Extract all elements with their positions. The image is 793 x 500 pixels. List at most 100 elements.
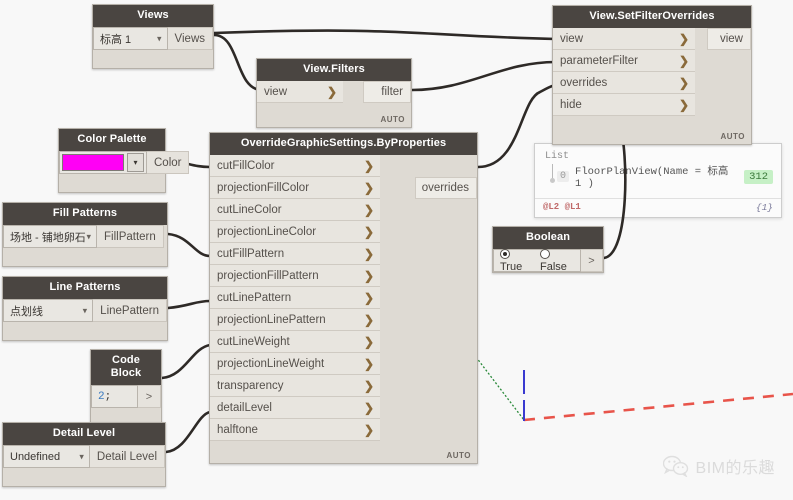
chevron-right-icon: ❯ xyxy=(363,290,374,305)
node-title: Detail Level xyxy=(3,423,165,445)
port-projectionlinepattern[interactable]: projectionLinePattern ❯ xyxy=(210,309,380,331)
node-title: Views xyxy=(93,5,213,27)
node-preview-bubble[interactable]: List 0 FloorPlanView(Name = 标高 1 ) 312 @… xyxy=(534,143,782,218)
preview-list-item: 0 FloorPlanView(Name = 标高 1 ) 312 xyxy=(545,163,773,190)
boolean-radio-group[interactable]: True False xyxy=(493,248,581,273)
views-dropdown-value: 标高 1 xyxy=(100,33,132,46)
port-cutfillcolor[interactable]: cutFillColor ❯ xyxy=(210,155,380,177)
port-view-output[interactable]: view xyxy=(707,28,751,50)
detaillevel-output-port[interactable]: Detail Level xyxy=(89,445,165,468)
port-halftone[interactable]: halftone ❯ xyxy=(210,419,380,441)
port-cutlinepattern[interactable]: cutLinePattern ❯ xyxy=(210,287,380,309)
ogs-input-ports[interactable]: cutFillColor ❯ projectionFillColor ❯ cut… xyxy=(210,155,380,441)
node-fill-patterns[interactable]: Fill Patterns 场地 - 铺地卵石 ▾ FillPattern xyxy=(2,202,168,267)
port-label: overrides xyxy=(421,182,469,194)
node-boolean[interactable]: Boolean True False > xyxy=(492,226,604,273)
auto-label: AUTO xyxy=(720,132,745,141)
views-output-port[interactable]: Views xyxy=(167,27,213,50)
port-detaillevel[interactable]: detailLevel ❯ xyxy=(210,397,380,419)
port-cutlineweight[interactable]: cutLineWeight ❯ xyxy=(210,331,380,353)
port-label: projectionFillPattern xyxy=(217,269,319,282)
node-body[interactable]: 2; > xyxy=(91,385,161,426)
code-block-row[interactable]: 2; > xyxy=(91,385,161,408)
port-projectionlineweight[interactable]: projectionLineWeight ❯ xyxy=(210,353,380,375)
port-transparency[interactable]: transparency ❯ xyxy=(210,375,380,397)
color-row[interactable]: ▾ Color xyxy=(59,151,190,174)
node-title: Fill Patterns xyxy=(3,203,167,225)
node-body[interactable]: 点划线 ▾ LinePattern xyxy=(3,299,167,340)
detail-level-dropdown[interactable]: Undefined ▾ xyxy=(3,445,90,468)
preview-value: FloorPlanView(Name = 标高 1 ) xyxy=(575,166,729,190)
port-hide[interactable]: hide ❯ xyxy=(553,94,695,116)
port-overrides-output[interactable]: overrides xyxy=(415,177,477,199)
port-view[interactable]: view ❯ xyxy=(257,81,343,103)
port-view[interactable]: view ❯ xyxy=(553,28,695,50)
chevron-right-icon: ❯ xyxy=(363,334,374,349)
line-pattern-dropdown[interactable]: 点划线 ▾ xyxy=(3,299,94,322)
node-overridegraphicsettings[interactable]: OverrideGraphicSettings.ByProperties cut… xyxy=(209,132,478,464)
node-title: OverrideGraphicSettings.ByProperties xyxy=(210,133,477,155)
views-dropdown[interactable]: 标高 1 ▾ xyxy=(93,27,168,50)
watermark: BIM的乐趣 xyxy=(662,454,775,478)
radio-false-icon[interactable] xyxy=(540,248,550,259)
port-parameterfilter[interactable]: parameterFilter ❯ xyxy=(553,50,695,72)
preview-index: 0 xyxy=(557,171,570,182)
radio-false[interactable]: False xyxy=(540,248,574,273)
preview-levels[interactable]: @L2 @L1 xyxy=(543,202,581,213)
color-swatch[interactable] xyxy=(62,154,124,171)
fill-pattern-dropdown[interactable]: 场地 - 铺地卵石 ▾ xyxy=(3,225,97,248)
port-label: parameterFilter xyxy=(560,54,638,67)
port-label: projectionLineColor xyxy=(217,225,317,238)
preview-list-label: List xyxy=(545,151,570,162)
node-body[interactable]: Undefined ▾ Detail Level xyxy=(3,445,165,486)
boolean-output-port[interactable]: > xyxy=(581,249,603,272)
port-label: cutLineColor xyxy=(217,203,282,216)
chevron-right-icon: ❯ xyxy=(326,84,337,99)
views-row[interactable]: 标高 1 ▾ Views xyxy=(93,27,213,50)
chevron-down-icon: ▾ xyxy=(82,305,88,315)
chevron-down-icon[interactable]: ▾ xyxy=(127,153,144,172)
port-label: cutLineWeight xyxy=(217,335,290,348)
node-code-block[interactable]: Code Block 2; > xyxy=(90,349,162,427)
fillpattern-output-port[interactable]: FillPattern xyxy=(97,225,164,248)
node-body[interactable]: 标高 1 ▾ Views xyxy=(93,27,213,68)
chevron-right-icon: ❯ xyxy=(363,378,374,393)
code-block-input[interactable]: 2; xyxy=(91,385,138,408)
code-number: 2 xyxy=(98,390,105,403)
port-cutlinecolor[interactable]: cutLineColor ❯ xyxy=(210,199,380,221)
port-filter[interactable]: filter xyxy=(363,81,411,103)
color-swatch-control[interactable]: ▾ xyxy=(59,151,147,174)
node-color-palette[interactable]: Color Palette ▾ Color xyxy=(58,128,190,193)
dynamo-canvas[interactable]: Views 标高 1 ▾ Views View.Filters view ❯ f… xyxy=(0,0,793,500)
port-label: view xyxy=(560,32,584,45)
wechat-icon xyxy=(662,455,688,477)
code-block-output-port[interactable]: > xyxy=(137,385,161,408)
node-body[interactable]: True False > xyxy=(493,248,603,273)
node-body[interactable]: 场地 - 铺地卵石 ▾ FillPattern xyxy=(3,225,167,266)
node-body[interactable]: cutFillColor ❯ projectionFillColor ❯ cut… xyxy=(210,155,477,463)
radio-true-icon[interactable] xyxy=(500,248,510,259)
node-view-setfilteroverrides[interactable]: View.SetFilterOverrides view ❯ parameter… xyxy=(552,5,752,145)
node-body[interactable]: view ❯ parameterFilter ❯ overrides ❯ hid… xyxy=(553,28,751,144)
port-overrides[interactable]: overrides ❯ xyxy=(553,72,695,94)
radio-true[interactable]: True xyxy=(500,248,530,273)
fill-pattern-row[interactable]: 场地 - 铺地卵石 ▾ FillPattern xyxy=(3,225,167,248)
port-label: overrides xyxy=(560,76,608,89)
detail-level-row[interactable]: Undefined ▾ Detail Level xyxy=(3,445,165,468)
node-view-filters[interactable]: View.Filters view ❯ filter AUTO xyxy=(256,58,412,128)
chevron-down-icon: ▾ xyxy=(157,33,162,43)
node-line-patterns[interactable]: Line Patterns 点划线 ▾ LinePattern xyxy=(2,276,168,341)
color-output-port[interactable]: Color xyxy=(147,151,190,174)
linepattern-output-port[interactable]: LinePattern xyxy=(93,299,167,322)
chevron-right-icon: ❯ xyxy=(363,224,374,239)
node-body[interactable]: view ❯ filter AUTO xyxy=(257,81,411,127)
port-projectionfillcolor[interactable]: projectionFillColor ❯ xyxy=(210,177,380,199)
port-cutfillpattern[interactable]: cutFillPattern ❯ xyxy=(210,243,380,265)
radio-false-label: False xyxy=(540,260,567,273)
node-detail-level[interactable]: Detail Level Undefined ▾ Detail Level xyxy=(2,422,166,487)
node-body[interactable]: ▾ Color xyxy=(59,151,190,192)
node-views[interactable]: Views 标高 1 ▾ Views xyxy=(92,4,214,69)
port-projectionlinecolor[interactable]: projectionLineColor ❯ xyxy=(210,221,380,243)
port-projectionfillpattern[interactable]: projectionFillPattern ❯ xyxy=(210,265,380,287)
line-pattern-row[interactable]: 点划线 ▾ LinePattern xyxy=(3,299,167,322)
